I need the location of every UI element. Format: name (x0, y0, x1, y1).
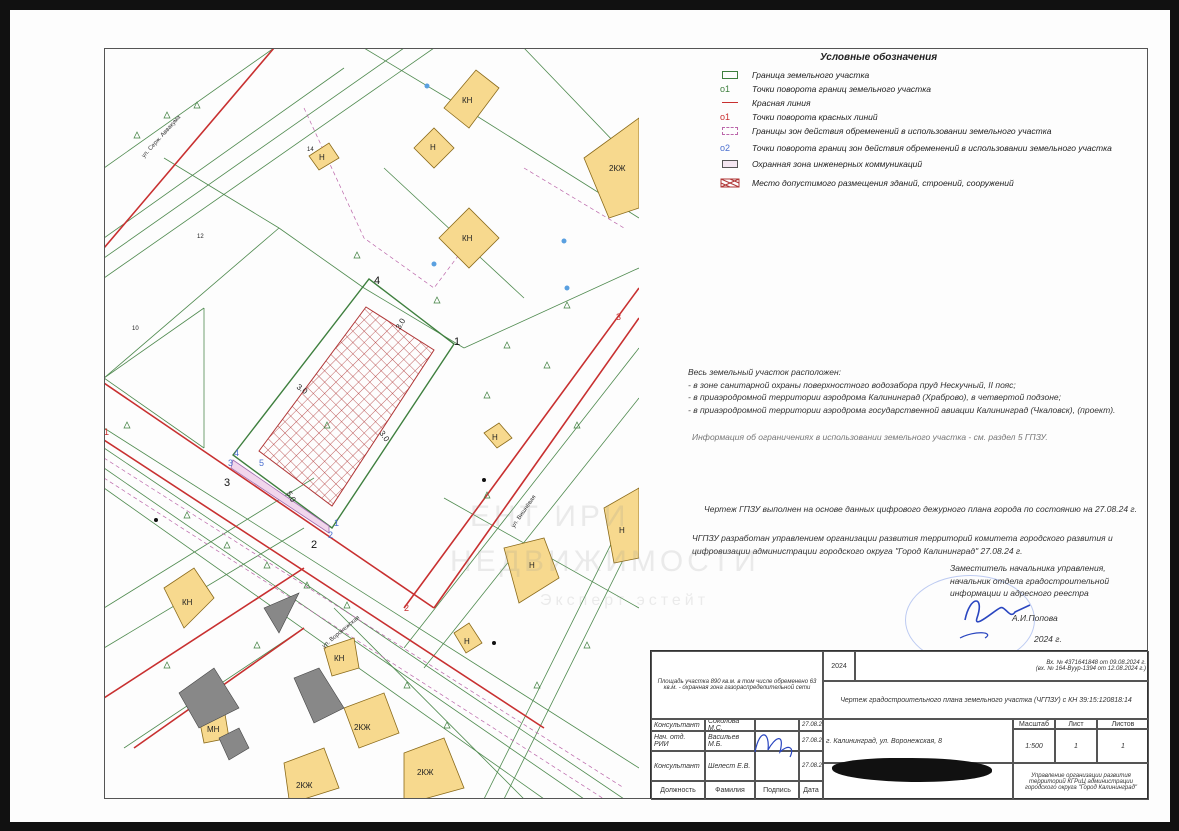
tb-organization: Управление организации развития территор… (1013, 763, 1149, 800)
tb-header-name: Фамилия (705, 781, 755, 800)
tb-name-2: Васильев М.Б. (705, 731, 755, 751)
tb-reg-line-2: (вх. № 164-Вуур-1394 от 12.08.2024 г.) (1035, 666, 1146, 672)
red-points-icon: о1 (720, 111, 731, 122)
legend-item-red-line: Красная линия (720, 96, 811, 109)
legend-item-encumbrance-points: о2 Точки поворота границ зон действия об… (720, 142, 1112, 153)
notes-line-3: - в приаэродромной территории аэродрома … (688, 404, 1116, 415)
tb-sheets-value: 1 (1097, 729, 1149, 763)
tb-date-3: 27.08.24 (799, 751, 823, 781)
notes-line-1: - в зоне санитарной охраны поверхностног… (688, 379, 1016, 390)
tb-title: Чертеж градостроительного плана земельно… (823, 681, 1149, 719)
signature-year: 2024 г. (1034, 634, 1062, 644)
legend-item-red-points: о1 Точки поворота красных линий (720, 111, 878, 122)
tb-sheet-value: 1 (1055, 729, 1097, 763)
tb-area-note: Площадь участка 890 кв.м. в том числе об… (651, 651, 823, 719)
encumbrance-icon (720, 126, 740, 136)
tb-year: 2024 (823, 651, 855, 681)
tb-address: г. Калининград, ул. Воронежская, 8 (823, 719, 1013, 763)
tb-name-3: Шелест Е.В. (705, 751, 755, 781)
legend-item-protection-zone: Охранная зона инженерных коммуникаций (720, 157, 922, 170)
tb-header-date: Дата (799, 781, 823, 800)
tb-role-3: Консультант (651, 751, 705, 781)
watermark-line-1: ЕНТ ИРИ (470, 500, 630, 533)
encumbrance-points-icon: о2 (720, 142, 731, 153)
tb-scale-header: Масштаб (1013, 719, 1055, 729)
tb-header-role: Должность (651, 781, 705, 800)
location-notes: Весь земельный участок расположен: - в з… (688, 366, 1138, 416)
signatory-name: А.И.Попова (1012, 613, 1058, 623)
signature-scribble (754, 734, 793, 758)
protection-zone-icon (720, 159, 740, 169)
tb-scale-value: 1:500 (1013, 729, 1055, 763)
legend-item-building-area: Место допустимого размещения зданий, стр… (720, 176, 1014, 189)
watermark-line-3: Эксперт эстейт (540, 592, 710, 609)
notes-line-2: - в приаэродромной территории аэродрома … (688, 392, 1061, 402)
tb-role-1: Консультант (651, 719, 705, 731)
tb-registration: Вх. № 4371641848 от 09.08.2024 г. (вх. №… (855, 651, 1149, 681)
tb-header-sign: Подпись (755, 781, 799, 800)
made-on-note: Чертеж ГПЗУ выполнен на основе данных ци… (704, 504, 1137, 514)
notes-heading: Весь земельный участок расположен: (688, 367, 842, 377)
restrictions-info: Информация об ограничениях в использован… (692, 432, 1048, 442)
tb-role-2: Нач. отд. РИИ (651, 731, 705, 751)
legend-item-encumbrance: Границы зон действия обременений в испол… (720, 124, 1051, 137)
tb-sheets-header: Листов (1097, 719, 1149, 729)
land-points-icon: о1 (720, 83, 731, 94)
tb-date-1: 27.08.24 (799, 719, 823, 731)
land-boundary-icon (720, 70, 740, 80)
tb-sheet-header: Лист (1055, 719, 1097, 729)
legend-item-land-boundary: Граница земельного участка (720, 68, 869, 81)
watermark-line-2: НЕДВИЖИМОСТИ (450, 545, 760, 578)
hatch-icon (720, 178, 740, 188)
legend-item-land-points: о1 Точки поворота границ земельного учас… (720, 83, 932, 94)
legend-title: Условные обозначения (820, 52, 938, 63)
tb-date-2: 27.08.24 (799, 731, 823, 751)
red-line-icon (720, 98, 740, 108)
tb-name-1: Соколова М.С. (705, 719, 755, 731)
